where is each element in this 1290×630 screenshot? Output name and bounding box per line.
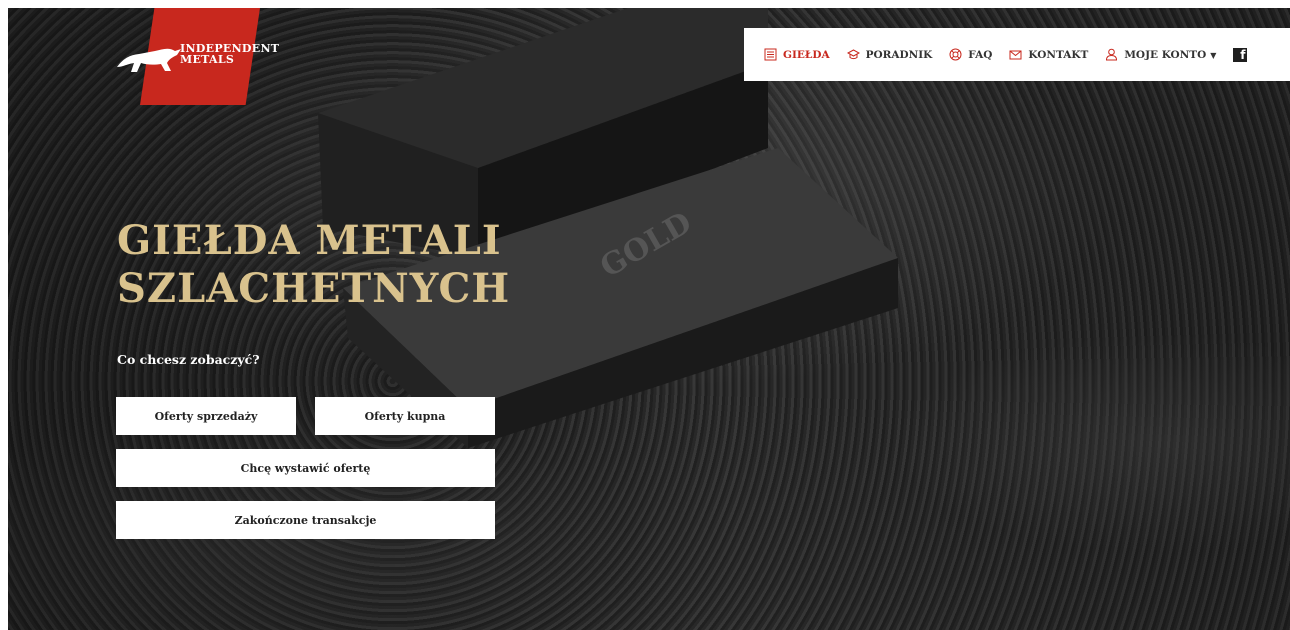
nav-label-gielda: GIEŁDA (783, 48, 830, 61)
headline-line-1: GIEŁDA METALI (117, 217, 502, 264)
bull-logo-icon[interactable] (115, 45, 183, 75)
chevron-down-icon: ▼ (1210, 49, 1217, 60)
top-navigation: GIEŁDA PORADNIK FAQ KONTAKT MOJE KONTO ▼… (744, 28, 1290, 81)
facebook-icon[interactable]: f (1233, 47, 1248, 62)
nav-item-kontakt[interactable]: KONTAKT (1009, 48, 1088, 61)
nav-item-poradnik[interactable]: PORADNIK (846, 48, 933, 61)
nav-label-moje-konto: MOJE KONTO (1124, 48, 1207, 61)
nav-label-kontakt: KONTAKT (1028, 48, 1089, 61)
graduation-cap-icon (846, 49, 860, 60)
headline-line-2: SZLACHETNYCH (117, 265, 511, 312)
nav-item-faq[interactable]: FAQ (949, 48, 992, 61)
hero-question: Co chcesz zobaczyć? (117, 352, 260, 367)
buy-offers-button[interactable]: Oferty kupna (315, 397, 495, 435)
list-icon (764, 48, 777, 61)
nav-item-gielda[interactable]: GIEŁDA (764, 48, 830, 61)
lifebuoy-icon (949, 48, 962, 61)
nav-label-faq: FAQ (968, 48, 993, 61)
hero-headline: GIEŁDA METALI SZLACHETNYCH (117, 217, 510, 313)
user-icon (1106, 48, 1118, 61)
logo-line-2: METALS (180, 53, 235, 66)
envelope-icon (1009, 50, 1022, 60)
nav-label-poradnik: PORADNIK (865, 48, 933, 61)
closed-transactions-button[interactable]: Zakończone transakcje (116, 501, 495, 539)
nav-item-moje-konto[interactable]: MOJE KONTO ▼ (1105, 48, 1216, 61)
sell-offers-button[interactable]: Oferty sprzedaży (116, 397, 296, 435)
logo-text[interactable]: INDEPENDENT METALS (180, 43, 279, 65)
create-offer-button[interactable]: Chcę wystawić ofertę (116, 449, 495, 487)
